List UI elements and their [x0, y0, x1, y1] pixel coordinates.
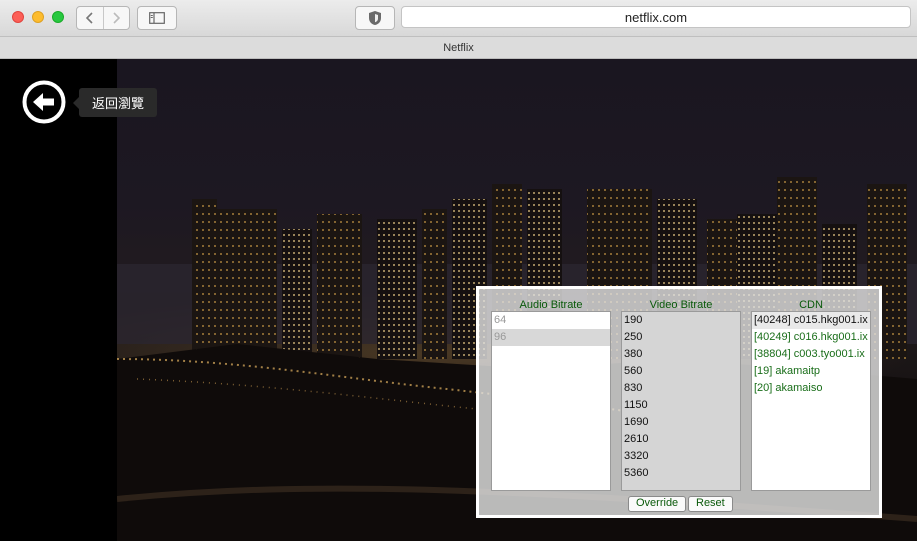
- override-button[interactable]: Override: [628, 496, 687, 512]
- back-tooltip-text: 返回瀏覽: [92, 96, 145, 111]
- video-bitrate-option[interactable]: 190: [622, 312, 740, 329]
- sidebar-toggle-button[interactable]: [137, 6, 177, 30]
- extension-button[interactable]: [355, 6, 395, 30]
- audio-bitrate-list[interactable]: 64 96: [491, 311, 611, 491]
- sidebar-icon: [149, 12, 165, 24]
- stream-manager-panel: Audio Bitrate 64 96 Video Bitrate 190 25…: [476, 286, 882, 518]
- video-bitrate-option[interactable]: 1690: [622, 414, 740, 431]
- audio-bitrate-header: Audio Bitrate: [519, 299, 583, 311]
- video-bitrate-list[interactable]: 190 250 380 560 830 1150 1690 2610 3320 …: [621, 311, 741, 491]
- reset-button[interactable]: Reset: [688, 496, 733, 512]
- video-bitrate-option[interactable]: 250: [622, 329, 740, 346]
- shield-icon: [369, 11, 381, 25]
- video-bitrate-option[interactable]: 2610: [622, 431, 740, 448]
- video-bitrate-header: Video Bitrate: [649, 299, 713, 311]
- video-bitrate-option[interactable]: 3320: [622, 448, 740, 465]
- cdn-option[interactable]: [40248] c015.hkg001.ix: [752, 312, 870, 329]
- audio-bitrate-option[interactable]: 96: [492, 329, 610, 346]
- arrow-left-icon: [22, 80, 66, 124]
- cdn-option[interactable]: [20] akamaiso: [752, 380, 870, 397]
- back-nav-button[interactable]: [77, 7, 103, 29]
- minimize-window-button[interactable]: [32, 11, 44, 23]
- history-navigation: [76, 6, 130, 30]
- tab-bar: Netflix: [0, 37, 917, 59]
- video-bitrate-option[interactable]: 5360: [622, 465, 740, 482]
- cdn-list[interactable]: [40248] c015.hkg001.ix [40249] c016.hkg0…: [751, 311, 871, 491]
- tab-title[interactable]: Netflix: [443, 42, 474, 54]
- maximize-window-button[interactable]: [52, 11, 64, 23]
- video-bitrate-option[interactable]: 1150: [622, 397, 740, 414]
- video-bitrate-option[interactable]: 560: [622, 363, 740, 380]
- cdn-option[interactable]: [38804] c003.tyo001.ix: [752, 346, 870, 363]
- audio-bitrate-option[interactable]: 64: [492, 312, 610, 329]
- address-bar[interactable]: netflix.com: [401, 6, 911, 28]
- close-window-button[interactable]: [12, 11, 24, 23]
- video-bitrate-option[interactable]: 830: [622, 380, 740, 397]
- cdn-option[interactable]: [19] akamaitp: [752, 363, 870, 380]
- video-bitrate-option[interactable]: 380: [622, 346, 740, 363]
- back-to-browse-button[interactable]: [22, 80, 66, 124]
- url-text: netflix.com: [624, 9, 688, 25]
- cdn-header: CDN: [799, 299, 823, 311]
- back-tooltip: 返回瀏覽: [72, 88, 158, 117]
- chevron-right-icon: [113, 12, 121, 24]
- browser-titlebar: netflix.com: [0, 0, 917, 37]
- forward-nav-button[interactable]: [102, 7, 130, 29]
- cdn-option[interactable]: [40249] c016.hkg001.ix: [752, 329, 870, 346]
- chevron-left-icon: [85, 12, 93, 24]
